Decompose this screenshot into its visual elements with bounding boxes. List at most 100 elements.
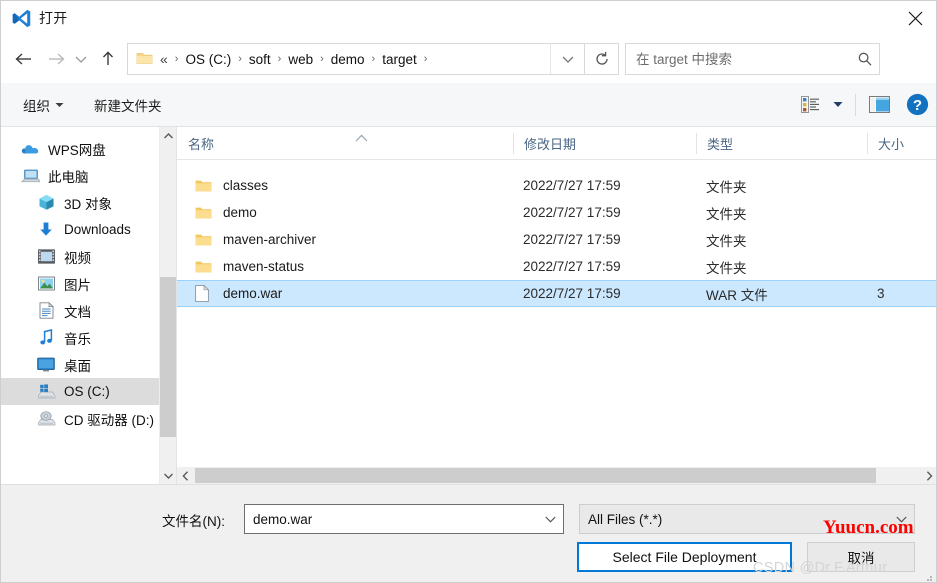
filename-input[interactable]: [253, 511, 537, 527]
up-arrow-icon[interactable]: [95, 39, 121, 79]
table-row[interactable]: demo 2022/7/27 17:59 文件夹: [177, 199, 936, 226]
sidebar-item-music[interactable]: 音乐: [1, 324, 176, 351]
sidebar-item-this-pc[interactable]: 此电脑: [1, 162, 176, 189]
column-header-date[interactable]: 修改日期: [513, 127, 696, 160]
cancel-button[interactable]: 取消: [807, 542, 915, 572]
close-button[interactable]: [892, 1, 936, 35]
sidebar-item-desktop[interactable]: 桌面: [1, 351, 176, 378]
toolbar-right-group: ?: [793, 83, 936, 126]
scrollbar-thumb[interactable]: [160, 277, 176, 437]
table-row[interactable]: demo.war 2022/7/27 17:59 WAR 文件 3: [177, 280, 936, 307]
column-headers: 名称 修改日期 类型 大小: [177, 127, 936, 160]
view-options-icon[interactable]: [793, 83, 827, 126]
breadcrumb-separator: ›: [423, 52, 428, 65]
scroll-right-arrow-icon[interactable]: [921, 467, 936, 484]
file-date-cell: 2022/7/27 17:59: [523, 205, 621, 220]
sidebar-item-documents[interactable]: 文档: [1, 297, 176, 324]
table-row[interactable]: classes 2022/7/27 17:59 文件夹: [177, 172, 936, 199]
folder-icon: [195, 258, 215, 276]
navigation-pane: WPS网盘 此电脑 3D 对象 Downloads 视频 图片 文档 音乐 桌面…: [1, 127, 176, 484]
window-title: 打开: [39, 10, 68, 26]
breadcrumb-lead[interactable]: «: [158, 51, 171, 67]
sidebar-list: WPS网盘 此电脑 3D 对象 Downloads 视频 图片 文档 音乐 桌面…: [1, 127, 176, 432]
sidebar-item-pictures[interactable]: 图片: [1, 270, 176, 297]
3d-objects-icon: [35, 194, 57, 212]
new-folder-button[interactable]: 新建文件夹: [86, 83, 170, 126]
help-icon[interactable]: ?: [896, 83, 936, 126]
sidebar-item-os-c[interactable]: OS (C:): [1, 378, 176, 405]
view-options-chevron-icon[interactable]: [827, 83, 849, 126]
scrollbar-thumb[interactable]: [195, 468, 876, 483]
sidebar-item-3d-objects[interactable]: 3D 对象: [1, 189, 176, 216]
chevron-down-icon[interactable]: [537, 516, 563, 523]
file-name-cell: demo.war: [177, 285, 282, 303]
scroll-up-arrow-icon[interactable]: [160, 127, 176, 144]
vscode-logo-icon: [10, 7, 32, 29]
filename-combobox[interactable]: [244, 504, 564, 534]
file-list-pane: 名称 修改日期 类型 大小 classes 2022/7/27 17:59 文件…: [177, 127, 936, 484]
table-row[interactable]: maven-archiver 2022/7/27 17:59 文件夹: [177, 226, 936, 253]
breadcrumb-separator: ›: [174, 52, 179, 65]
address-dropdown-icon[interactable]: [550, 44, 584, 74]
refresh-button[interactable]: [585, 43, 619, 75]
resize-grip[interactable]: [923, 569, 933, 581]
breadcrumb-item-4[interactable]: target: [379, 52, 420, 67]
title-bar: 打开: [1, 1, 936, 35]
file-icon: [195, 285, 215, 303]
file-type-cell: 文件夹: [706, 233, 747, 249]
search-box[interactable]: [625, 43, 880, 75]
file-type-cell: 文件夹: [706, 206, 747, 222]
sidebar-item-cd-drive-d[interactable]: CD 驱动器 (D:): [1, 405, 176, 432]
this-pc-icon: [19, 167, 41, 185]
select-file-deployment-button[interactable]: Select File Deployment: [577, 542, 792, 572]
back-arrow-icon[interactable]: [11, 39, 37, 79]
table-row[interactable]: maven-status 2022/7/27 17:59 文件夹: [177, 253, 936, 280]
file-type-filter-dropdown[interactable]: All Files (*.*): [579, 504, 915, 534]
recent-locations-chevron-icon[interactable]: [71, 39, 91, 79]
desktop-icon: [35, 356, 57, 374]
file-name-label: maven-status: [223, 259, 305, 274]
breadcrumb-item-0[interactable]: OS (C:): [182, 52, 234, 67]
file-name-label: maven-archiver: [223, 232, 317, 247]
folder-icon: [136, 51, 154, 67]
scroll-down-arrow-icon[interactable]: [160, 467, 176, 484]
column-header-name[interactable]: 名称: [177, 127, 523, 160]
sidebar-item-videos[interactable]: 视频: [1, 243, 176, 270]
sidebar-scrollbar[interactable]: [159, 127, 176, 484]
cd-drive-icon: [35, 410, 57, 428]
downloads-icon: [35, 221, 57, 239]
file-type-filter-value: All Files (*.*): [588, 511, 663, 527]
folder-icon: [195, 204, 215, 222]
sidebar-item-label: CD 驱动器 (D:): [64, 412, 154, 428]
file-type-cell: 文件夹: [706, 179, 747, 195]
chevron-down-icon: [55, 102, 64, 108]
svg-text:?: ?: [912, 97, 921, 114]
organize-menu-button[interactable]: 组织: [15, 83, 72, 126]
breadcrumb-item-2[interactable]: web: [285, 52, 316, 67]
videos-icon: [35, 248, 57, 266]
folder-icon: [195, 231, 215, 249]
windows-drive-icon: [35, 383, 57, 401]
music-icon: [35, 329, 57, 347]
breadcrumb-item-1[interactable]: soft: [246, 52, 274, 67]
dialog-footer: [1, 485, 936, 582]
sidebar-item-downloads[interactable]: Downloads: [1, 216, 176, 243]
search-input[interactable]: [636, 51, 851, 67]
sidebar-item-label: 3D 对象: [64, 196, 113, 212]
file-name-label: demo: [223, 205, 257, 220]
sidebar-item-label: WPS网盘: [48, 142, 106, 158]
file-type-cell: 文件夹: [706, 260, 747, 276]
sidebar-item-label: 图片: [64, 277, 91, 293]
column-header-type[interactable]: 类型: [696, 127, 867, 160]
address-bar[interactable]: « › OS (C:) › soft › web › demo › target…: [127, 43, 585, 75]
preview-pane-icon[interactable]: [862, 83, 896, 126]
sidebar-item-wps-cloud[interactable]: WPS网盘: [1, 135, 176, 162]
horizontal-scrollbar[interactable]: [177, 467, 936, 484]
file-rows: classes 2022/7/27 17:59 文件夹 demo 2022/7/…: [177, 160, 936, 307]
file-date-cell: 2022/7/27 17:59: [523, 286, 621, 301]
search-icon[interactable]: [851, 51, 879, 67]
column-header-size[interactable]: 大小: [867, 127, 936, 160]
scroll-left-arrow-icon[interactable]: [177, 467, 194, 484]
breadcrumb-item-3[interactable]: demo: [328, 52, 368, 67]
chevron-down-icon[interactable]: [888, 516, 914, 523]
